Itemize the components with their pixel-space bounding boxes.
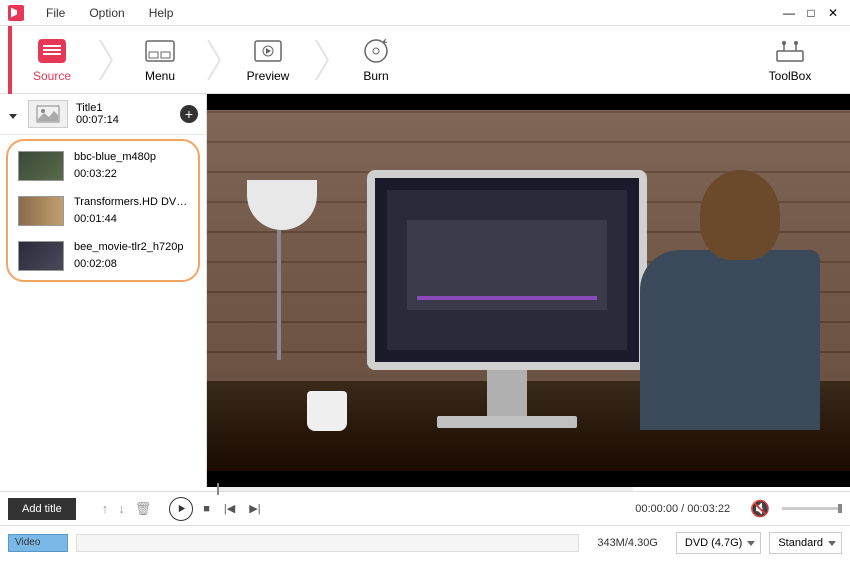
clip-duration: 00:02:08: [74, 256, 183, 273]
tab-menu-label: Menu: [145, 69, 175, 83]
clip-duration: 00:01:44: [74, 211, 188, 228]
maximize-button[interactable]: □: [802, 4, 820, 22]
title-info: Title1 00:07:14: [76, 102, 172, 126]
stop-button[interactable]: ■: [199, 503, 214, 515]
burn-icon: [360, 37, 392, 65]
clip-name: bbc-blue_m480p: [74, 149, 156, 166]
menu-option[interactable]: Option: [77, 6, 136, 20]
title-duration: 00:07:14: [76, 114, 172, 126]
tab-preview-label: Preview: [247, 69, 290, 83]
time-total: 00:03:22: [687, 503, 730, 515]
volume-icon[interactable]: 🔇: [750, 499, 770, 519]
preview-pane[interactable]: [207, 94, 850, 487]
tab-burn-label: Burn: [363, 69, 388, 83]
menu-help[interactable]: Help: [137, 6, 186, 20]
add-clip-button[interactable]: +: [180, 105, 198, 123]
title-bar: File Option Help — □ ✕: [0, 0, 850, 26]
expand-icon[interactable]: [8, 108, 20, 120]
bottom-bar: Video 343M/4.30G DVD (4.7G) Standard: [0, 525, 850, 559]
clip-info: bee_movie-tlr2_h720p 00:02:08: [74, 239, 183, 272]
tab-menu[interactable]: Menu: [116, 26, 204, 94]
prev-button[interactable]: |◀: [220, 502, 239, 515]
main-area: Title1 00:07:14 + bbc-blue_m480p 00:03:2…: [0, 94, 850, 487]
disc-type-dropdown[interactable]: DVD (4.7G): [676, 532, 761, 554]
tab-source[interactable]: Source: [8, 26, 96, 94]
preview-frame: [207, 110, 850, 471]
move-down-icon[interactable]: ↓: [118, 501, 125, 517]
clip-item[interactable]: Transformers.HD DVD... 00:01:44: [8, 188, 198, 233]
move-up-icon[interactable]: ↑: [102, 501, 109, 517]
next-button[interactable]: ▶|: [245, 502, 264, 515]
capacity-track: [76, 534, 579, 552]
clip-duration: 00:03:22: [74, 166, 156, 183]
add-title-button[interactable]: Add title: [8, 498, 76, 520]
volume-slider[interactable]: [782, 507, 842, 510]
title-name: Title1: [76, 102, 172, 114]
tab-toolbox-label: ToolBox: [769, 69, 812, 83]
source-sidebar: Title1 00:07:14 + bbc-blue_m480p 00:03:2…: [0, 94, 207, 487]
clip-list: bbc-blue_m480p 00:03:22 Transformers.HD …: [6, 139, 200, 282]
tab-separator: [312, 26, 332, 94]
clip-thumbnail: [18, 151, 64, 181]
clip-name: Transformers.HD DVD...: [74, 194, 188, 211]
play-button[interactable]: [169, 497, 193, 521]
menu-file[interactable]: File: [34, 6, 77, 20]
time-current: 00:00:00: [635, 503, 678, 515]
app-icon: [8, 5, 24, 21]
delete-icon[interactable]: 🗑: [135, 501, 152, 517]
menu-icon: [144, 37, 176, 65]
clip-info: bbc-blue_m480p 00:03:22: [74, 149, 156, 182]
source-icon: [38, 39, 66, 63]
quality-dropdown[interactable]: Standard: [769, 532, 842, 554]
clip-thumbnail: [18, 196, 64, 226]
tab-burn[interactable]: Burn: [332, 26, 420, 94]
clip-name: bee_movie-tlr2_h720p: [74, 239, 183, 256]
time-display: 00:00:00 / 00:03:22: [635, 503, 730, 515]
tab-source-label: Source: [33, 69, 71, 83]
title-thumbnail: [28, 100, 68, 128]
tab-separator: [96, 26, 116, 94]
tab-toolbox[interactable]: ToolBox: [746, 26, 834, 94]
title-row[interactable]: Title1 00:07:14 +: [0, 94, 206, 135]
timeline-scrubber[interactable]: [217, 487, 633, 491]
clip-info: Transformers.HD DVD... 00:01:44: [74, 194, 188, 227]
close-button[interactable]: ✕: [824, 4, 842, 22]
main-toolbar: Source Menu Preview Burn ToolBox: [0, 26, 850, 94]
clip-thumbnail: [18, 241, 64, 271]
tab-separator: [204, 26, 224, 94]
preview-icon: [252, 37, 284, 65]
playback-controls: Add title ↑ ↓ 🗑 ■ |◀ ▶| 00:00:00 / 00:03…: [0, 491, 850, 525]
toolbox-icon: [774, 37, 806, 65]
minimize-button[interactable]: —: [780, 4, 798, 22]
size-label: 343M/4.30G: [587, 537, 668, 549]
clip-item[interactable]: bbc-blue_m480p 00:03:22: [8, 143, 198, 188]
tab-preview[interactable]: Preview: [224, 26, 312, 94]
video-track-label[interactable]: Video: [8, 534, 68, 552]
clip-item[interactable]: bee_movie-tlr2_h720p 00:02:08: [8, 233, 198, 278]
